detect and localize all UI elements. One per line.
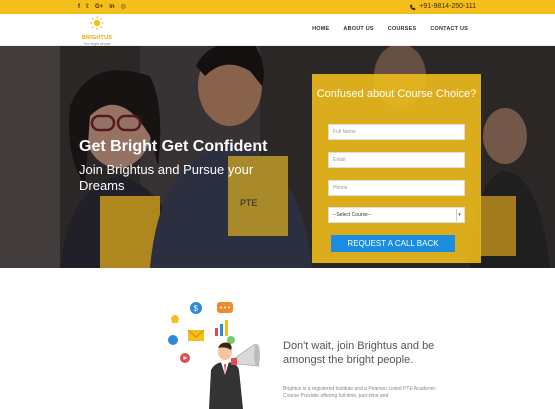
course-select[interactable]: --Select Course-- ▾ [328, 207, 465, 223]
full-name-input[interactable]: Full Name [328, 124, 465, 140]
linkedin-icon[interactable]: in [109, 2, 114, 12]
navbar: BRIGHTUS The bright people HOME ABOUT US… [0, 14, 555, 46]
instagram-icon[interactable]: ◎ [121, 2, 126, 12]
svg-text:$: $ [194, 304, 199, 313]
facebook-icon[interactable]: f [78, 2, 80, 12]
phone-icon [410, 4, 416, 10]
chevron-down-icon: ▾ [456, 209, 462, 221]
request-callback-button[interactable]: REQUEST A CALL BACK [331, 235, 455, 252]
callback-form: Confused about Course Choice? Full Name … [312, 74, 481, 263]
sun-logo-icon [90, 16, 104, 30]
top-bar: f 𝕥 G+ in ◎ +91-9814-250-111 [0, 0, 555, 14]
phone-input[interactable]: Phone [328, 180, 465, 196]
nav-about-us[interactable]: ABOUT US [343, 26, 373, 32]
nav-contact-us[interactable]: CONTACT US [430, 26, 468, 32]
phone-contact[interactable]: +91-9814-250-111 [409, 2, 476, 12]
about-heading: Don't wait, join Brightus and be amongst… [283, 340, 435, 366]
nav-courses[interactable]: COURSES [388, 26, 417, 32]
nav-home[interactable]: HOME [312, 26, 329, 32]
about-text: Brightus is a registered Institute and a… [283, 386, 436, 399]
marketing-illustration: $ [168, 302, 260, 409]
social-links: f 𝕥 G+ in ◎ [78, 2, 126, 12]
form-title: Confused about Course Choice? [316, 88, 477, 100]
brand-name: BRIGHTUS [81, 35, 113, 41]
twitter-icon[interactable]: 𝕥 [86, 2, 89, 12]
phone-number: +91-9814-250-111 [419, 3, 476, 10]
hero-title: Get Bright Get Confident [79, 138, 268, 155]
google-plus-icon[interactable]: G+ [95, 2, 103, 12]
brand-logo[interactable]: BRIGHTUS The bright people [80, 16, 114, 46]
main-nav: HOME ABOUT US COURSES CONTACT US [312, 26, 468, 32]
hero-subtitle: Join Brightus and Pursue your Dreams [79, 162, 254, 193]
course-select-value: --Select Course-- [333, 212, 372, 218]
email-input[interactable]: Email [328, 152, 465, 168]
